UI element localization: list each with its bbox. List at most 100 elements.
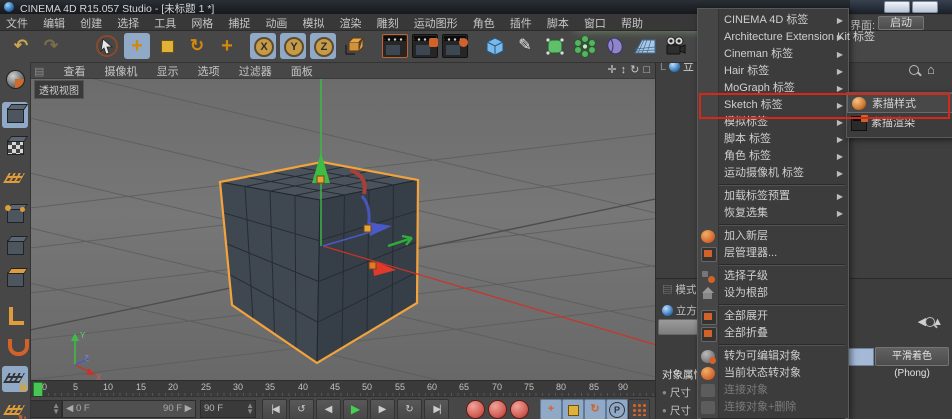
deformer-button[interactable] [602,33,628,59]
subdivision-surface-button[interactable] [542,33,568,59]
vp-menu-display[interactable]: 显示 [149,62,187,79]
render-view-button[interactable] [382,34,408,58]
menu-item-load-tag-preset[interactable]: 加载标签预置 ▶ [698,188,848,205]
cube-object[interactable] [218,160,420,365]
rotate-tool[interactable]: ↻ [184,33,210,59]
key-rotation-toggle[interactable]: ↻ [584,399,606,419]
edges-mode-button[interactable] [2,234,28,260]
texture-axis-mode-button[interactable] [2,166,28,192]
menu-item-script-tags[interactable]: 脚本 标签 ▶ [698,131,848,148]
home-icon[interactable]: ⌂ [927,62,935,77]
key-parameter-toggle[interactable]: P [606,399,628,419]
frame-range-slider[interactable]: ◀ 0 F 90 F ▶ [62,400,196,418]
object-axis-mode-button[interactable] [2,302,28,328]
move-tool[interactable]: + [124,33,150,59]
redo-button[interactable]: ↷ [38,33,64,59]
menu-item-character-tags[interactable]: 角色 标签 ▶ [698,148,848,165]
snap-magnet-button[interactable] [2,334,29,360]
add-cube-object-button[interactable] [482,33,508,59]
menu-script[interactable]: 脚本 [541,14,575,31]
scale-handle-x[interactable] [368,261,377,270]
menu-animate[interactable]: 动画 [259,14,293,31]
restore-button[interactable] [912,1,938,13]
menu-item-architecture-tags[interactable]: Architecture Extension Kit 标签 ▶ [698,29,875,46]
key-point-level-toggle[interactable] [628,399,650,419]
menu-render[interactable]: 渲染 [334,14,368,31]
menu-help[interactable]: 帮助 [615,14,649,31]
workplane-mode-button[interactable]: ↻ [2,398,28,419]
attr-object-row[interactable]: 立方 [662,303,697,318]
prev-frame-button[interactable]: ◀ [316,399,341,419]
polygons-mode-button[interactable] [2,266,28,292]
menu-item-cineman-tags[interactable]: Cineman 标签 ▶ [698,46,848,63]
end-frame-field[interactable]: 90 F ▲ ▼ [200,400,256,418]
vp-menu-view[interactable]: 查看 [55,62,93,79]
menu-plugins[interactable]: 插件 [504,14,538,31]
x-axis-lock[interactable]: X [250,33,276,59]
menu-item-unfold-all[interactable]: 全部展开 [698,308,848,325]
z-axis-lock[interactable]: Z [310,33,336,59]
menu-item-current-state-to-object[interactable]: 当前状态转对象 [698,365,848,382]
environment-floor-button[interactable] [632,33,658,59]
vp-menu-panel[interactable]: 面板 [283,62,321,79]
make-editable-button[interactable] [2,66,28,92]
vp-menu-camera[interactable]: 摄像机 [97,62,146,79]
menu-select[interactable]: 选择 [111,14,145,31]
menu-sculpt[interactable]: 雕刻 [371,14,405,31]
menu-item-make-editable[interactable]: 转为可编辑对象 [698,348,848,365]
phong-shading-button[interactable]: 平滑着色(Phong) [875,347,949,379]
autokey-time-button[interactable] [488,400,507,419]
menu-simulate[interactable]: 模拟 [297,14,331,31]
menu-item-motioncam-tags[interactable]: 运动摄像机 标签 ▶ [698,165,848,182]
menu-item-select-children[interactable]: 选择子级 [698,268,848,285]
vp-menu-filter[interactable]: 过滤器 [231,62,280,79]
spline-pen-button[interactable]: ✎ [512,33,538,59]
interface-dropdown[interactable]: 启动 [878,16,924,30]
menu-edit[interactable]: 编辑 [37,14,71,31]
next-key-button[interactable]: ↻ [397,399,422,419]
next-frame-button[interactable]: ▶ [370,399,395,419]
menu-item-set-as-root[interactable]: 设为根部 [698,285,848,302]
scale-tool[interactable] [154,33,180,59]
goto-end-button[interactable]: ▶| [424,399,449,419]
minimize-button[interactable] [884,1,910,13]
play-button[interactable]: ▶ [343,399,368,419]
model-mode-button[interactable] [2,102,28,128]
attr-size-x[interactable]: ● 尺寸 [662,385,691,400]
render-settings-button[interactable] [442,34,468,58]
points-mode-button[interactable] [2,202,28,228]
texture-mode-button[interactable] [2,134,28,160]
menu-snap[interactable]: 捕捉 [222,14,256,31]
render-region-button[interactable] [412,34,438,58]
attr-size-y[interactable]: ● 尺寸 [662,403,691,418]
menu-character[interactable]: 角色 [467,14,501,31]
menu-tools[interactable]: 工具 [148,14,182,31]
search-icon[interactable] [909,65,919,75]
coordinate-system-button[interactable] [340,33,366,59]
timeline-ruler[interactable]: 0 5 10 15 20 25 30 35 40 45 50 55 60 65 … [30,380,657,397]
goto-start-button[interactable]: |◀ [262,399,287,419]
menu-item-layer-manager[interactable]: 层管理器... [698,245,848,262]
menu-item-add-to-new-layer[interactable]: 加入新层 [698,228,848,245]
y-axis-lock[interactable]: Y [280,33,306,59]
workplane-lock-button[interactable] [2,366,28,392]
menu-item-c4d-tags[interactable]: CINEMA 4D 标签 ▶ [698,12,848,29]
menu-create[interactable]: 创建 [74,14,108,31]
scale-handle-top[interactable] [316,175,325,184]
record-keyframe-button[interactable] [466,400,485,419]
keyframe-help-button[interactable] [510,400,529,419]
scale-handle-z[interactable] [363,224,372,233]
menu-mesh[interactable]: 网格 [185,14,219,31]
view-label[interactable]: 透视视图 [34,80,84,99]
attr-mode-menu[interactable]: ▤ 模式 [662,282,696,297]
viewport-nav-icons[interactable]: ✛↕↻□ [607,63,654,76]
menu-item-hair-tags[interactable]: Hair 标签 ▶ [698,63,848,80]
vp-menu-options[interactable]: 选项 [190,62,228,79]
camera-button[interactable] [662,33,688,59]
prev-key-button[interactable]: ↺ [289,399,314,419]
menu-file[interactable]: 文件 [0,14,34,31]
live-selection-tool[interactable] [94,33,120,59]
viewport-3d[interactable]: Y Z X [29,77,661,419]
menu-window[interactable]: 窗口 [578,14,612,31]
key-scale-toggle[interactable] [562,399,584,419]
